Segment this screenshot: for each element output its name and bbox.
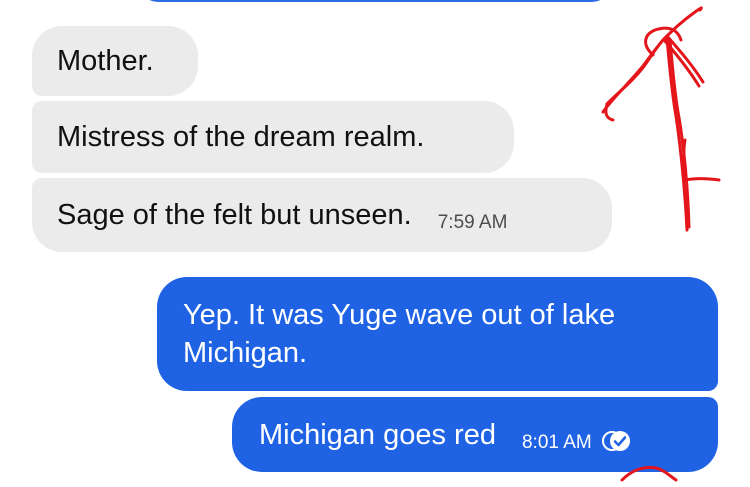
message-text: Mother.	[57, 45, 154, 77]
outgoing-message[interactable]: Yep. It was Yuge wave out of lake Michig…	[157, 277, 718, 391]
incoming-message[interactable]: Sage of the felt but unseen. 7:59 AM	[32, 178, 612, 252]
message-timestamp: 8:01 AM	[521, 431, 592, 453]
incoming-message[interactable]: Mother.	[32, 26, 198, 96]
incoming-message[interactable]: Mistress of the dream realm.	[32, 101, 514, 173]
message-text: Michigan goes red	[259, 418, 496, 451]
message-text: Yep. It was Yuge wave out of lake Michig…	[183, 299, 616, 369]
red-annotation-stroke	[620, 460, 680, 487]
double-check-read-icon	[600, 425, 632, 457]
message-text: Mistress of the dream realm.	[57, 121, 425, 153]
message-timestamp: 7:59 AM	[437, 212, 508, 233]
outgoing-bubble-partial	[140, 0, 610, 2]
hand-drawn-red-arrow-icon	[585, 0, 725, 245]
message-text: Sage of the felt but unseen.	[57, 199, 412, 231]
